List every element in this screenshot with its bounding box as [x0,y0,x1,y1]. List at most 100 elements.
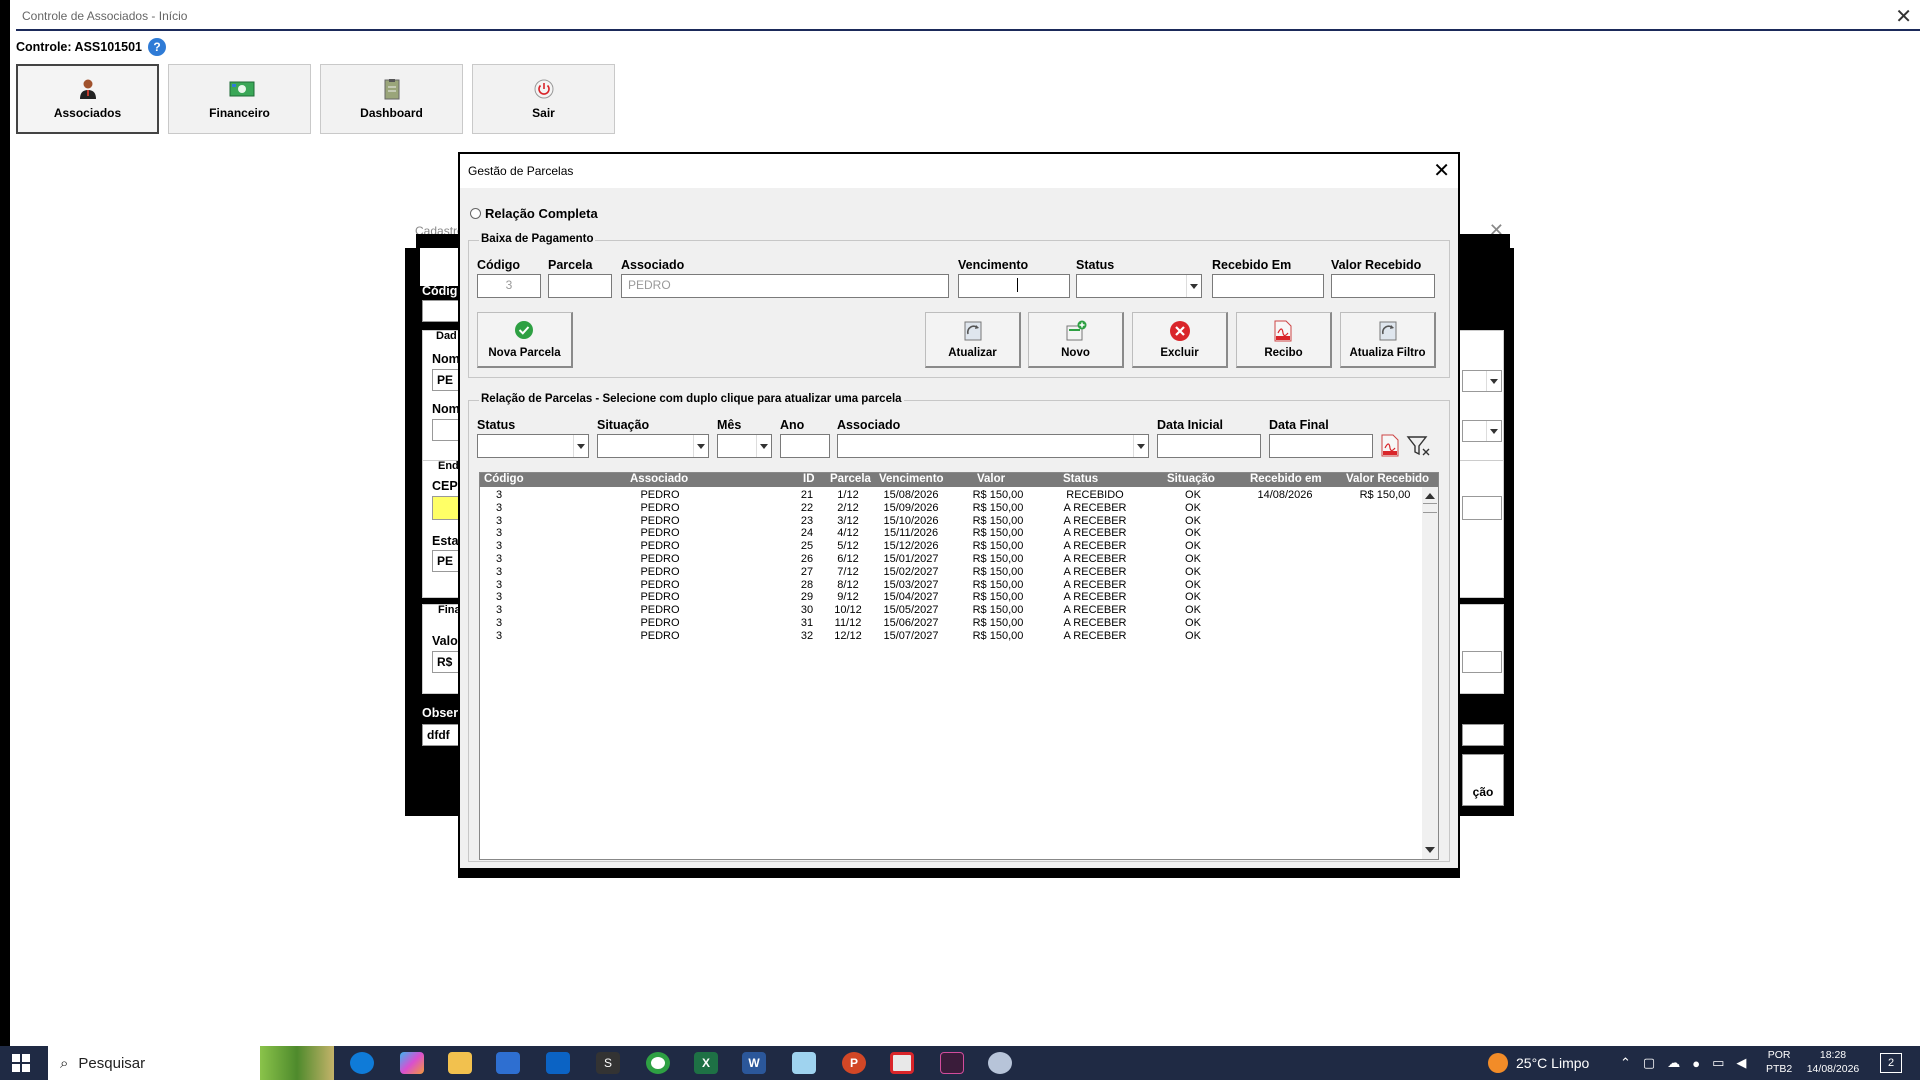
filter-mes-select[interactable] [717,434,772,458]
recebido-em-input[interactable] [1212,274,1324,298]
col-valor[interactable]: Valor [977,473,1005,485]
snipping-icon[interactable] [890,1052,914,1074]
pdf-export-icon[interactable] [1380,434,1400,461]
cloud-icon[interactable]: ☁ [1667,1055,1680,1071]
nova-parcela-button[interactable]: Nova Parcela [477,312,573,368]
dashboard-button[interactable]: Dashboard [320,64,463,134]
novo-button[interactable]: Novo [1028,312,1124,368]
copilot-icon[interactable] [400,1052,424,1074]
table-row[interactable]: 3 PEDRO 26 6/12 15/01/2027 R$ 150,00 A RECEBER… [480,553,1420,566]
filter-ano-input[interactable] [780,434,830,458]
excel-icon[interactable]: X [694,1052,718,1074]
microphone-icon[interactable]: ● [1692,1056,1700,1071]
chevron-down-icon[interactable] [573,435,588,457]
network-icon[interactable]: ▭ [1712,1055,1724,1071]
table-row[interactable]: 3 PEDRO 31 11/12 15/06/2027 R$ 150,00 A RECEBE… [480,617,1420,630]
cell-codigo: 3 [495,565,503,578]
chevron-down-icon[interactable] [756,435,771,457]
right-field-3[interactable] [1462,724,1504,746]
taskbar: ⌕ Pesquisar S X W P 25°C Limpo ⌃ ▢ ☁ ● ▭… [0,1046,1920,1080]
close-icon[interactable]: ✕ [1433,158,1450,182]
relacao-completa-radio[interactable]: Relação Completa [470,206,598,221]
table-row[interactable]: 3 PEDRO 21 1/12 15/08/2026 R$ 150,00 RECEBIDO O… [480,489,1420,502]
associado-input[interactable]: PEDRO [621,274,949,298]
paint-icon[interactable] [988,1052,1012,1074]
weather-widget[interactable]: 25°C Limpo [1488,1046,1589,1080]
clear-filter-icon[interactable] [1406,434,1432,461]
sair-button[interactable]: Sair [472,64,615,134]
right-field-2[interactable] [1462,651,1502,673]
device-icon[interactable]: ▢ [1643,1055,1655,1071]
col-status[interactable]: Status [1063,473,1098,485]
scroll-thumb[interactable] [1423,503,1437,513]
windows-start-icon[interactable] [12,1054,30,1072]
chevron-down-icon[interactable] [693,435,708,457]
chevron-down-icon[interactable] [1186,275,1201,297]
edge-icon[interactable] [350,1052,374,1074]
chevron-down-icon[interactable] [1133,435,1148,457]
clock[interactable]: 18:28 14/08/2026 [1800,1048,1866,1076]
scroll-down-icon[interactable] [1425,847,1435,853]
chevron-down-icon[interactable] [1486,371,1501,391]
valor-recebido-input[interactable] [1331,274,1435,298]
col-vencimento[interactable]: Vencimento [879,473,944,485]
powerpoint-icon[interactable]: P [842,1052,866,1074]
notepad-icon[interactable] [792,1052,816,1074]
table-row[interactable]: 3 PEDRO 32 12/12 15/07/2027 R$ 150,00 A RECEBE… [480,630,1420,643]
right-combo-2[interactable] [1462,420,1502,442]
col-codigo[interactable]: Código [484,473,524,485]
recibo-button[interactable]: Recibo [1236,312,1332,368]
word-icon[interactable]: W [742,1052,766,1074]
parcelas-grid[interactable]: Código Associado ID Parcela Vencimento V… [479,472,1439,860]
data-final-input[interactable] [1269,434,1373,458]
atualizar-button[interactable]: Atualizar [925,312,1021,368]
table-row[interactable]: 3 PEDRO 22 2/12 15/09/2026 R$ 150,00 A RECEBER… [480,502,1420,515]
taskbar-search[interactable]: ⌕ Pesquisar [48,1046,334,1080]
language-indicator[interactable]: POR PTB2 [1766,1048,1792,1076]
media-app-icon[interactable] [940,1052,964,1074]
table-row[interactable]: 3 PEDRO 30 10/12 15/05/2027 R$ 150,00 A RECEBE… [480,604,1420,617]
table-row[interactable]: 3 PEDRO 23 3/12 15/10/2026 R$ 150,00 A RECEBER… [480,515,1420,528]
status-select[interactable] [1076,274,1202,298]
chevron-down-icon[interactable] [1486,421,1501,441]
associados-button[interactable]: Associados [16,64,159,134]
right-field-1[interactable] [1462,496,1502,520]
grid-scrollbar[interactable] [1422,487,1438,859]
col-recebido-em[interactable]: Recebido em [1250,473,1322,485]
acao-button[interactable]: ção [1462,754,1504,806]
radio-circle[interactable] [470,208,481,219]
s-app-icon[interactable]: S [596,1052,620,1074]
atualiza-filtro-button[interactable]: Atualiza Filtro [1340,312,1436,368]
filter-situacao-select[interactable] [597,434,709,458]
codigo-input[interactable]: 3 [477,274,541,298]
filter-status-select[interactable] [477,434,589,458]
observacao-field[interactable]: dfdf [422,724,462,746]
chrome-icon[interactable] [646,1052,670,1074]
file-explorer-icon[interactable] [448,1052,472,1074]
financeiro-button[interactable]: Financeiro [168,64,311,134]
right-combo-1[interactable] [1462,370,1502,392]
col-valor-recebido[interactable]: Valor Recebido [1346,473,1429,485]
col-parcela[interactable]: Parcela [830,473,871,485]
outlook-icon[interactable] [546,1052,570,1074]
col-associado[interactable]: Associado [630,473,688,485]
table-row[interactable]: 3 PEDRO 24 4/12 15/11/2026 R$ 150,00 A RECEBER… [480,527,1420,540]
vencimento-input[interactable] [958,274,1070,298]
close-icon[interactable]: ✕ [1895,4,1912,28]
data-inicial-input[interactable] [1157,434,1261,458]
excluir-button[interactable]: Excluir [1132,312,1228,368]
chevron-up-icon[interactable]: ⌃ [1620,1055,1631,1071]
volume-icon[interactable]: ◀ [1736,1055,1746,1071]
table-row[interactable]: 3 PEDRO 29 9/12 15/04/2027 R$ 150,00 A RECEBER… [480,591,1420,604]
table-row[interactable]: 3 PEDRO 27 7/12 15/02/2027 R$ 150,00 A RECEBER… [480,566,1420,579]
table-row[interactable]: 3 PEDRO 25 5/12 15/12/2026 R$ 150,00 A RECEBER… [480,540,1420,553]
table-row[interactable]: 3 PEDRO 28 8/12 15/03/2027 R$ 150,00 A RECEBER… [480,579,1420,592]
filter-associado-select[interactable] [837,434,1149,458]
scroll-up-icon[interactable] [1425,493,1435,499]
notifications-icon[interactable]: 2 [1880,1053,1902,1073]
store-icon[interactable] [496,1052,520,1074]
col-id[interactable]: ID [803,473,815,485]
help-icon[interactable]: ? [147,38,166,56]
col-situacao[interactable]: Situação [1167,473,1215,485]
parcela-input[interactable] [548,274,612,298]
